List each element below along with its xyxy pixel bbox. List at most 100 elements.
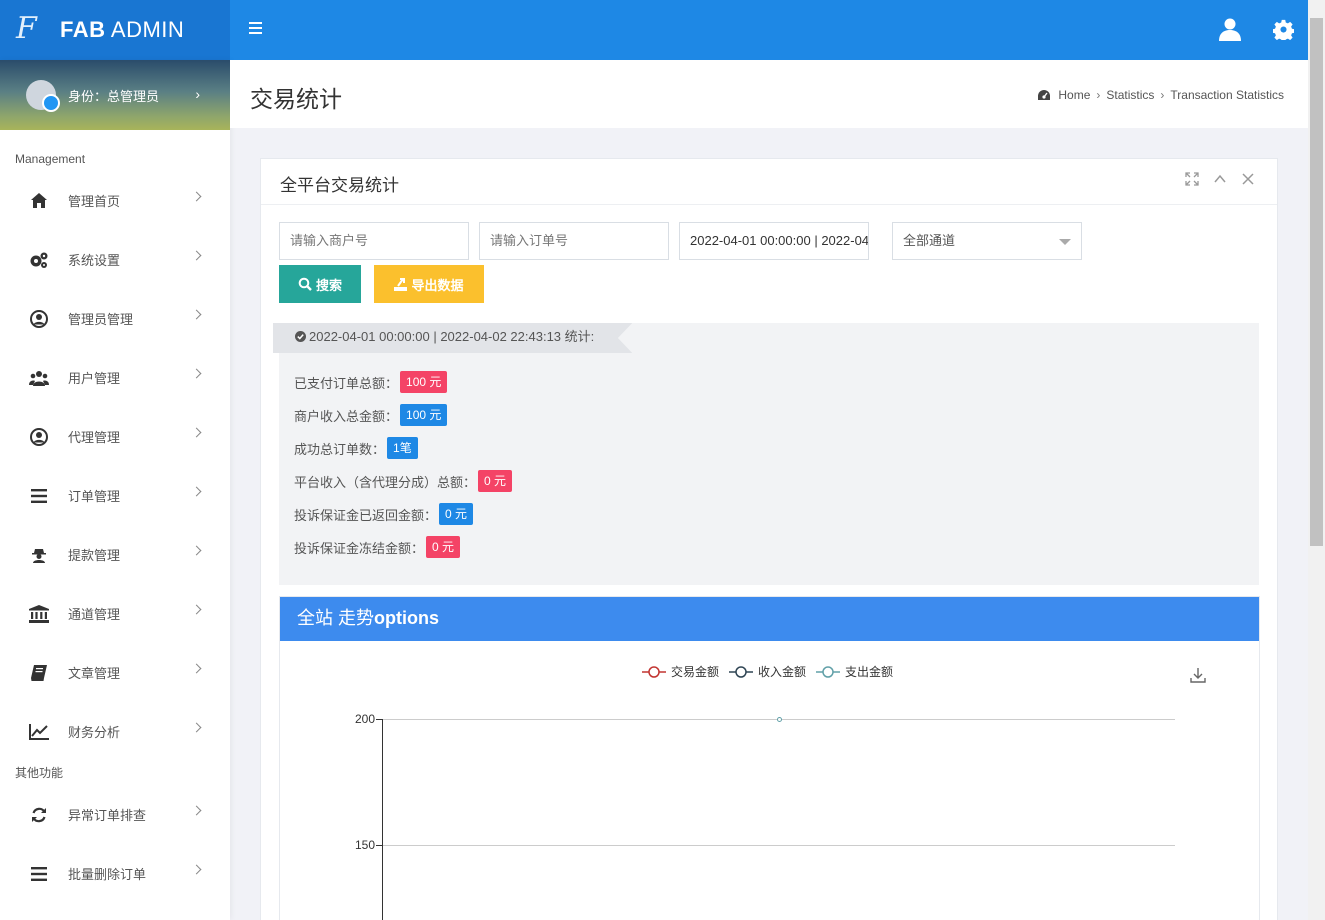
- legend-marker: [642, 665, 666, 678]
- stat-deposit-returned: 投诉保证金已返回金额： 0 元: [294, 503, 474, 525]
- stat-merchant-income: 商户收入总金额： 100 元: [294, 404, 448, 426]
- stat-badge: 0 元: [478, 470, 513, 492]
- export-button-label: 导出数据: [411, 277, 464, 293]
- legend-marker: [729, 665, 754, 678]
- nav-heading-management: Management: [15, 152, 86, 166]
- avatar: [26, 80, 60, 112]
- sidebar-item-label: 批量删除订单: [68, 867, 147, 882]
- gear-icon[interactable]: [1273, 19, 1294, 40]
- sidebar-item-label: 管理员管理: [68, 312, 134, 327]
- legend-item-trade[interactable]: 交易金额: [642, 663, 719, 680]
- sidebar-item-orders[interactable]: 订单管理: [0, 466, 230, 525]
- stat-label: 已支付订单总额：: [294, 375, 399, 391]
- search-icon: [298, 277, 312, 291]
- y-tick-label: 150: [354, 838, 375, 852]
- expand-icon[interactable]: [1185, 172, 1199, 186]
- sidebar-item-admins[interactable]: 管理员管理: [0, 289, 230, 348]
- stat-label: 投诉保证金已返回金额：: [294, 507, 438, 523]
- close-icon[interactable]: [1241, 172, 1255, 186]
- chart-header: 全站 走势options: [280, 597, 1259, 641]
- sidebar-item-settings[interactable]: 系统设置: [0, 230, 230, 289]
- collapse-icon[interactable]: [1213, 172, 1227, 186]
- user-icon[interactable]: [1218, 17, 1242, 41]
- chevron-right-icon: ›: [195, 86, 200, 102]
- data-point[interactable]: [777, 717, 782, 722]
- merchant-id-input[interactable]: 请输入商户号: [279, 222, 469, 260]
- sidebar-item-withdrawals[interactable]: 提款管理: [0, 525, 230, 584]
- menu-icon[interactable]: [249, 22, 262, 36]
- sidebar-item-label: 管理首页: [68, 194, 121, 209]
- search-button[interactable]: 搜索: [279, 265, 361, 303]
- list-icon: [29, 486, 49, 506]
- scrollbar-thumb[interactable]: [1310, 18, 1323, 546]
- channel-select[interactable]: 全部通道: [892, 222, 1082, 260]
- chevron-right-icon: [191, 427, 202, 438]
- stats-header-text: 2022-04-01 00:00:00 | 2022-04-02 22:43:1…: [309, 329, 595, 344]
- stat-label: 商户收入总金额：: [294, 408, 399, 424]
- bank-icon: [29, 604, 49, 624]
- stat-badge: 0 元: [426, 536, 461, 558]
- sidebar-item-label: 系统设置: [68, 253, 121, 268]
- top-navbar: F FAB ADMIN: [0, 0, 1308, 60]
- legend-label: 交易金额: [671, 665, 720, 679]
- user-circle-icon: [29, 427, 49, 447]
- breadcrumb-statistics[interactable]: Statistics: [1106, 88, 1154, 102]
- search-button-label: 搜索: [315, 277, 342, 293]
- profile-role: 身份：总管理员: [68, 88, 160, 104]
- stat-label: 成功总订单数：: [294, 441, 386, 457]
- page-scrollbar[interactable]: [1308, 0, 1325, 920]
- breadcrumb-current: Transaction Statistics: [1170, 88, 1284, 102]
- sidebar-item-label: 通道管理: [68, 607, 121, 622]
- page-title: 交易统计: [250, 86, 342, 112]
- sidebar-item-agents[interactable]: 代理管理: [0, 407, 230, 466]
- sidebar-item-finance[interactable]: 财务分析: [0, 702, 230, 761]
- stats-ribbon: 2022-04-01 00:00:00 | 2022-04-02 22:43:1…: [273, 323, 633, 353]
- legend-item-expense[interactable]: 支出金额: [816, 663, 893, 680]
- breadcrumb-home[interactable]: Home: [1058, 88, 1090, 102]
- logo-icon: F: [16, 11, 37, 46]
- y-axis-line: [382, 719, 383, 920]
- sidebar-item-abnormal-orders[interactable]: 异常订单排查: [0, 785, 230, 844]
- refresh-icon: [29, 805, 49, 825]
- chevron-right-icon: [191, 663, 202, 674]
- export-button[interactable]: 导出数据: [374, 265, 484, 303]
- chevron-right-icon: [191, 545, 202, 556]
- breadcrumb-separator: ›: [1160, 88, 1165, 102]
- card-header: 全平台交易统计: [261, 159, 1277, 205]
- chevron-right-icon: [191, 722, 202, 733]
- legend-item-income[interactable]: 收入金额: [729, 663, 806, 680]
- stat-deposit-frozen: 投诉保证金冻结金额： 0 元: [294, 536, 461, 558]
- stat-badge: 100 元: [400, 404, 448, 426]
- order-id-input[interactable]: 请输入订单号: [479, 222, 669, 260]
- brand-title: FAB ADMIN: [60, 17, 184, 43]
- sidebar-item-label: 订单管理: [68, 489, 121, 504]
- brand[interactable]: F FAB ADMIN: [0, 0, 230, 60]
- chevron-right-icon: [191, 309, 202, 320]
- sidebar-item-articles[interactable]: 文章管理: [0, 643, 230, 702]
- nav-heading-other: 其他功能: [15, 766, 64, 780]
- date-range-input[interactable]: 2022-04-01 00:00:00 | 2022-04-02 22:43:1…: [679, 222, 869, 260]
- chevron-down-icon: [1059, 239, 1071, 245]
- user-circle-icon: [29, 309, 49, 329]
- page-header: 交易统计 Home › Statistics › Transaction Sta…: [230, 60, 1308, 128]
- legend-marker: [816, 665, 841, 678]
- sidebar-item-batch-delete[interactable]: 批量删除订单: [0, 844, 230, 903]
- chevron-right-icon: [191, 864, 202, 875]
- download-icon[interactable]: [1190, 667, 1206, 683]
- home-icon: [29, 191, 49, 211]
- sidebar-item-label: 异常订单排查: [68, 808, 147, 823]
- stats-panel: 2022-04-01 00:00:00 | 2022-04-02 22:43:1…: [273, 323, 1259, 585]
- grid-line: [382, 845, 1175, 846]
- legend-label: 支出金额: [845, 665, 894, 679]
- sidebar-item-home[interactable]: 管理首页: [0, 171, 230, 230]
- check-circle-icon: [295, 331, 306, 342]
- breadcrumb: Home › Statistics › Transaction Statisti…: [1037, 88, 1284, 102]
- export-icon: [394, 278, 408, 291]
- sidebar-item-users[interactable]: 用户管理: [0, 348, 230, 407]
- stat-success-orders: 成功总订单数： 1笔: [294, 437, 418, 459]
- user-profile[interactable]: 身份：总管理员 ›: [0, 60, 230, 130]
- sidebar-item-label: 提款管理: [68, 548, 121, 563]
- chevron-right-icon: [191, 191, 202, 202]
- sidebar-item-channels[interactable]: 通道管理: [0, 584, 230, 643]
- chart-header-text: 全站 走势: [297, 608, 375, 628]
